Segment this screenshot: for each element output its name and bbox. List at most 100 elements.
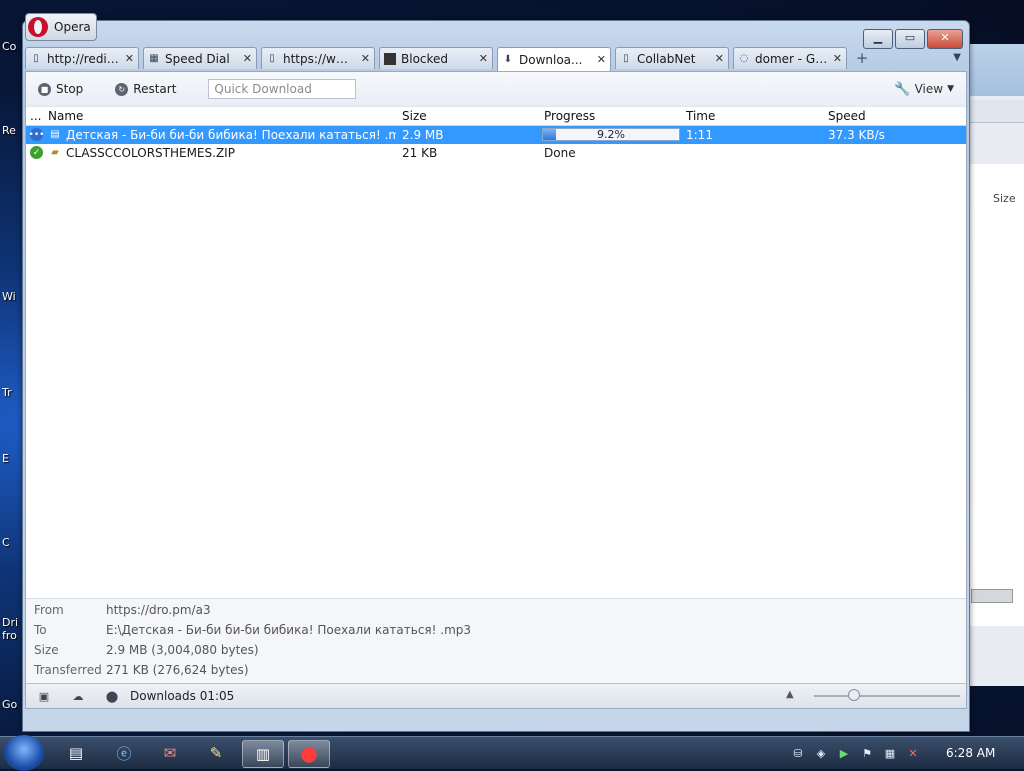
tray-volume-muted-icon[interactable]: ✕ [904,745,922,761]
tab-label: http://redir... [47,51,121,66]
start-button[interactable] [4,735,44,771]
zoom-arrow-icon[interactable]: ▲ [786,689,794,700]
column-menu-header[interactable]: ... [30,109,41,123]
downloads-status-text[interactable]: Downloads 01:05 [130,689,234,703]
taskbar: ▤ ⓔ ✉ ✎ ▥ ⬤ ⛁ ◈ ▶ ⚑ ▦ ✕ 6:28 AM [0,735,1024,771]
opera-taskbar-icon[interactable]: ⬤ [288,740,330,768]
desktop-icon-label[interactable]: Tr [2,386,12,399]
detail-transferred-value: 271 KB (276,624 bytes) [106,663,249,677]
app-taskbar-icon[interactable]: ✉ [150,740,190,766]
new-tab-button[interactable]: + [851,47,873,69]
detail-from-value[interactable]: https://dro.pm/a3 [106,603,211,617]
tab-collabnet[interactable]: ▯ CollabNet ✕ [615,47,729,69]
internet-explorer-taskbar-icon[interactable]: ⓔ [104,740,144,766]
tab-redirect[interactable]: ▯ http://redir... ✕ [25,47,139,69]
desktop-icon-label[interactable]: Wi [2,290,16,303]
column-speed-header[interactable]: Speed [828,109,866,123]
background-window-toolbar [969,100,1024,123]
cloud-icon[interactable]: ☁ [70,689,86,703]
restart-icon: ↻ [115,82,129,96]
close-tab-icon[interactable]: ✕ [125,52,134,65]
status-bar: ▣ ☁ ⬤ Downloads 01:05 ▲ [26,683,966,708]
downloads-status-icon[interactable]: ⬤ [104,689,120,703]
desktop-icon-label[interactable]: E [2,452,9,465]
grid-icon: ▦ [149,53,159,64]
close-tab-icon[interactable]: ✕ [597,53,606,66]
desktop-icon-label[interactable]: Re [2,124,16,137]
tab-list-chevron-icon[interactable]: ▼ [953,52,961,63]
detail-to-value[interactable]: E:\Детская - Би-би би-би бибика! Поехали… [106,623,471,637]
column-time-header[interactable]: Time [686,109,715,123]
pin-taskbar-icon[interactable]: ✎ [196,740,236,766]
zoom-slider-track[interactable] [814,695,960,697]
download-name: Детская - Би-би би-би бибика! Поехали ка… [66,128,396,142]
download-progress-text: Done [544,146,576,160]
tab-domer[interactable]: ◌ domer - Go... ✕ [733,47,847,69]
download-name: CLASSCCOLORSTHEMES.ZIP [66,146,235,160]
desktop-icon-label[interactable]: Dri fro [2,616,18,642]
network-app-taskbar-icon[interactable]: ▥ [242,740,284,768]
detail-size-value: 2.9 MB (3,004,080 bytes) [106,643,259,657]
background-scrollbar[interactable] [971,589,1013,603]
audio-file-icon: ▤ [50,129,60,140]
check-icon: ✓ [30,146,43,159]
tray-app-icon[interactable]: ⛁ [789,745,807,761]
detail-size-label: Size [34,643,59,657]
restart-button[interactable]: ↻ Restart [115,82,176,96]
download-row[interactable]: ••• ▤ Детская - Би-би би-би бибика! Поех… [26,126,966,144]
tab-label: https://www... [283,51,357,66]
background-window-content [969,164,1024,626]
close-window-button[interactable]: ✕ [927,29,963,49]
opera-menu-label: Opera [54,20,91,34]
tab-downloads[interactable]: ⬇ Downloa... ✕ [497,47,611,71]
close-tab-icon[interactable]: ✕ [833,52,842,65]
background-window[interactable]: Size [968,44,1024,686]
desktop-icon-label[interactable]: Go [2,698,17,711]
downloads-table-header: ... Name Size Progress Time Speed [26,107,966,126]
maximize-button[interactable]: ▭ [895,29,925,49]
stop-button[interactable]: ■ Stop [38,82,83,96]
opera-menu-button[interactable]: Opera [25,13,97,41]
tray-network-icon[interactable]: ▦ [881,745,899,761]
close-tab-icon[interactable]: ✕ [715,52,724,65]
background-window-titlebar[interactable] [969,44,1024,96]
tray-shield-icon[interactable]: ◈ [812,745,830,761]
desktop-icon-label[interactable]: C [2,536,10,549]
desktop-icon-label[interactable]: Co [2,40,16,53]
page-icon: ▯ [623,53,629,64]
download-speed: 37.3 KB/s [828,128,885,142]
tab-https[interactable]: ▯ https://www... ✕ [261,47,375,69]
downloads-panel: ■ Stop ↻ Restart 🔧 View ▼ ... Name Size … [25,71,967,709]
close-tab-icon[interactable]: ✕ [479,52,488,65]
tab-bar: ▯ http://redir... ✕ ▦ Speed Dial ✕ ▯ htt… [25,47,967,71]
page-icon: ▯ [33,53,39,64]
tab-label: Blocked [401,51,449,66]
tab-speed-dial[interactable]: ▦ Speed Dial ✕ [143,47,257,69]
minimize-button[interactable]: ▁ [863,29,893,49]
explorer-taskbar-icon[interactable]: ▤ [56,740,96,766]
blocked-thumb-icon [384,52,396,65]
column-name-header[interactable]: Name [48,109,83,123]
quick-download-input[interactable] [208,79,357,99]
tab-label: domer - Go... [755,51,829,66]
tab-blocked[interactable]: Blocked ✕ [379,47,493,69]
tray-play-icon[interactable]: ▶ [835,745,853,761]
column-progress-header[interactable]: Progress [544,109,595,123]
opera-window: Opera ▁ ▭ ✕ ▯ http://redir... ✕ ▦ Speed … [22,13,970,732]
page-icon: ▯ [269,53,275,64]
zoom-slider-handle[interactable] [848,689,860,701]
column-size-header[interactable]: Size [402,109,427,123]
view-menu-button[interactable]: 🔧 View ▼ [894,82,954,97]
archive-file-icon: ▰ [51,147,59,158]
close-tab-icon[interactable]: ✕ [243,52,252,65]
tray-flag-icon[interactable]: ⚑ [858,745,876,761]
stop-icon: ■ [38,82,51,96]
close-tab-icon[interactable]: ✕ [361,52,370,65]
downloads-list: ••• ▤ Детская - Би-би би-би бибика! Поех… [26,126,966,166]
system-tray: ⛁ ◈ ▶ ⚑ ▦ ✕ 6:28 AM [784,737,1024,769]
taskbar-clock[interactable]: 6:28 AM [946,746,995,760]
panel-toggle-icon[interactable]: ▣ [36,689,52,703]
opera-logo-icon [28,17,48,37]
download-row[interactable]: ✓ ▰ CLASSCCOLORSTHEMES.ZIP 21 KB Done [26,144,966,162]
stop-label: Stop [56,82,84,96]
